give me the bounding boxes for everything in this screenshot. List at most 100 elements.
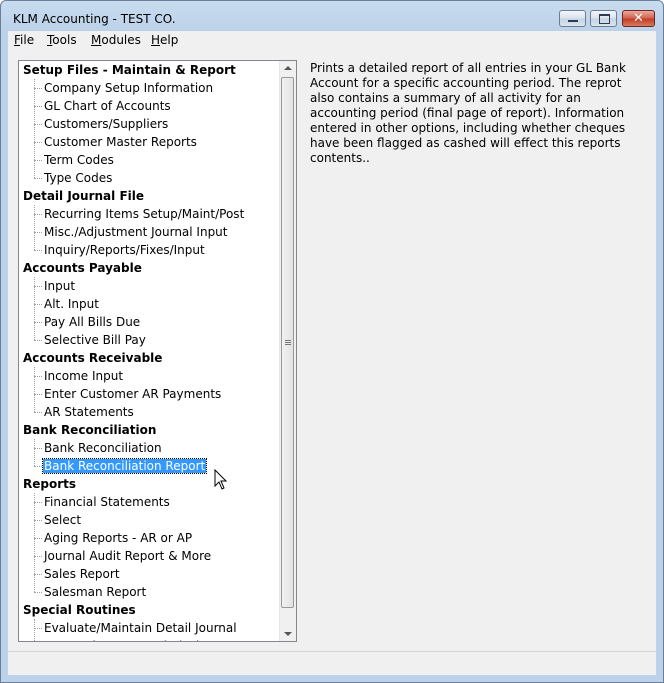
tree-connector [34, 106, 42, 107]
tree-connector [34, 340, 42, 341]
tree-item[interactable]: Misc./Adjustment Journal Input [43, 223, 229, 241]
menu-help-label: elp [160, 33, 179, 47]
tree-connector [34, 628, 42, 629]
tree-item-label: Detail Journal File [23, 189, 145, 203]
tree-item-label: Special Routines [23, 603, 136, 617]
tree-scrollbar[interactable] [279, 61, 296, 641]
tree-item-label: Bank Reconciliation [23, 423, 157, 437]
tree-group-header[interactable]: Accounts Receivable [23, 349, 162, 367]
tree-item[interactable]: Inquiry/Reports/Fixes/Input [43, 241, 206, 259]
tree-item[interactable]: GL Chart of Accounts [43, 97, 172, 115]
tree-item-label: Enter Customer AR Payments [44, 387, 222, 401]
menu-file-label: ile [20, 33, 35, 47]
tree-item[interactable]: Financial Statements [43, 493, 171, 511]
tree-connector [34, 394, 42, 395]
tree-item-label: Selective Bill Pay [44, 333, 146, 347]
tree-item[interactable]: Enter Customer AR Payments [43, 385, 222, 403]
tree-item[interactable]: Journal Audit Report & More [43, 547, 212, 565]
tree-connector [34, 520, 42, 521]
tree-group-header[interactable]: Reports [23, 475, 76, 493]
tree-item[interactable]: Company Setup Information [43, 79, 214, 97]
menu-file[interactable]: File [14, 33, 34, 47]
minimize-button[interactable] [559, 10, 586, 27]
tree-connector [34, 250, 42, 251]
minimize-icon [568, 20, 578, 22]
tree-item[interactable]: Select [43, 511, 82, 529]
tree-group-header[interactable]: Detail Journal File [23, 187, 144, 205]
tree-item-label: Evaluate/Maintain Detail Journal [44, 621, 237, 635]
tree-item-label: Company Setup Information [44, 81, 214, 95]
tree-item-label: Pay All Bills Due [44, 315, 141, 329]
tree-connector [34, 574, 42, 575]
close-button[interactable]: ✕ [622, 10, 655, 27]
tree-item[interactable]: Alt. Input [43, 295, 100, 313]
tree-item[interactable]: Recurring Items Setup/Maint/Post [43, 205, 245, 223]
tree-item-label: Input [44, 279, 76, 293]
tree-item[interactable]: Accounting Year End Closing [43, 637, 216, 641]
tree-item-label: Sales Report [44, 567, 120, 581]
tree-connector [34, 232, 42, 233]
tree-connector [34, 205, 35, 250]
tree-connector [34, 214, 42, 215]
tree-item[interactable]: Input [43, 277, 76, 295]
tree-item[interactable]: Evaluate/Maintain Detail Journal [43, 619, 238, 637]
menu-tools[interactable]: Tools [47, 33, 77, 47]
maximize-button[interactable] [590, 10, 617, 27]
tree-item[interactable]: AR Statements [43, 403, 135, 421]
tree-item-label: Customer Master Reports [44, 135, 197, 149]
tree-item-label: Financial Statements [44, 495, 170, 509]
tree-item[interactable]: Sales Report [43, 565, 121, 583]
module-tree[interactable]: Setup Files - Maintain & Report Company S… [19, 61, 281, 641]
tree-item-label: Bank Reconciliation Report [41, 458, 208, 474]
tree-item[interactable]: Type Codes [43, 169, 113, 187]
tree-connector [34, 142, 42, 143]
tree-item-label: Salesman Report [44, 585, 147, 599]
tree-item[interactable]: Bank Reconciliation [43, 439, 163, 457]
tree-item-label: Recurring Items Setup/Maint/Post [44, 207, 245, 221]
tree-item[interactable]: Income Input [43, 367, 124, 385]
tree-group-header[interactable]: Special Routines [23, 601, 136, 619]
tree-item-label: Select [44, 513, 82, 527]
tree-item[interactable]: Term Codes [43, 151, 115, 169]
scroll-thumb[interactable] [281, 77, 294, 608]
tree-connector [34, 466, 42, 467]
tree-item[interactable]: Customers/Suppliers [43, 115, 169, 133]
menu-help[interactable]: Help [151, 33, 178, 47]
mouse-pointer-icon [214, 469, 228, 490]
tree-item-label: Bank Reconciliation [44, 441, 162, 455]
tree-connector [34, 304, 42, 305]
tree-item-label: AR Statements [44, 405, 134, 419]
module-tree-panel: Setup Files - Maintain & Report Company S… [18, 60, 297, 642]
tree-item[interactable]: Customer Master Reports [43, 133, 198, 151]
title-bar[interactable]: KLM Accounting - TEST CO. ✕ [1, 1, 663, 31]
tree-item-label: Income Input [44, 369, 124, 383]
tree-item[interactable]: Bank Reconciliation Report [41, 457, 208, 475]
menu-bar: File Tools Modules Help [8, 31, 656, 51]
tree-item-label: Inquiry/Reports/Fixes/Input [44, 243, 205, 257]
tree-connector [34, 322, 42, 323]
tree-item-label: GL Chart of Accounts [44, 99, 171, 113]
scroll-up-icon[interactable] [284, 66, 292, 70]
tree-connector [34, 277, 35, 340]
grip-line [285, 344, 291, 345]
menu-modules-label: odules [101, 33, 141, 47]
menu-tools-label: ools [52, 33, 77, 47]
menu-modules[interactable]: Modules [91, 33, 141, 47]
tree-item-label: Customers/Suppliers [44, 117, 169, 131]
tree-item-label: Type Codes [44, 171, 113, 185]
grip-line [285, 340, 291, 341]
tree-group-header[interactable]: Accounts Payable [23, 259, 142, 277]
scroll-down-icon[interactable] [284, 632, 292, 636]
tree-connector [34, 79, 35, 178]
menu-modules-mnemonic: M [91, 33, 102, 47]
tree-group-header[interactable]: Setup Files - Maintain & Report [23, 61, 236, 79]
tree-item[interactable]: Pay All Bills Due [43, 313, 141, 331]
tree-connector [34, 412, 42, 413]
tree-item[interactable]: Salesman Report [43, 583, 147, 601]
tree-item[interactable]: Selective Bill Pay [43, 331, 147, 349]
tree-item-label: Reports [23, 477, 77, 491]
tree-item[interactable]: Aging Reports - AR or AP [43, 529, 193, 547]
tree-group-header[interactable]: Bank Reconciliation [23, 421, 156, 439]
module-description: Prints a detailed report of all entries … [310, 61, 626, 165]
tree-connector [34, 286, 42, 287]
